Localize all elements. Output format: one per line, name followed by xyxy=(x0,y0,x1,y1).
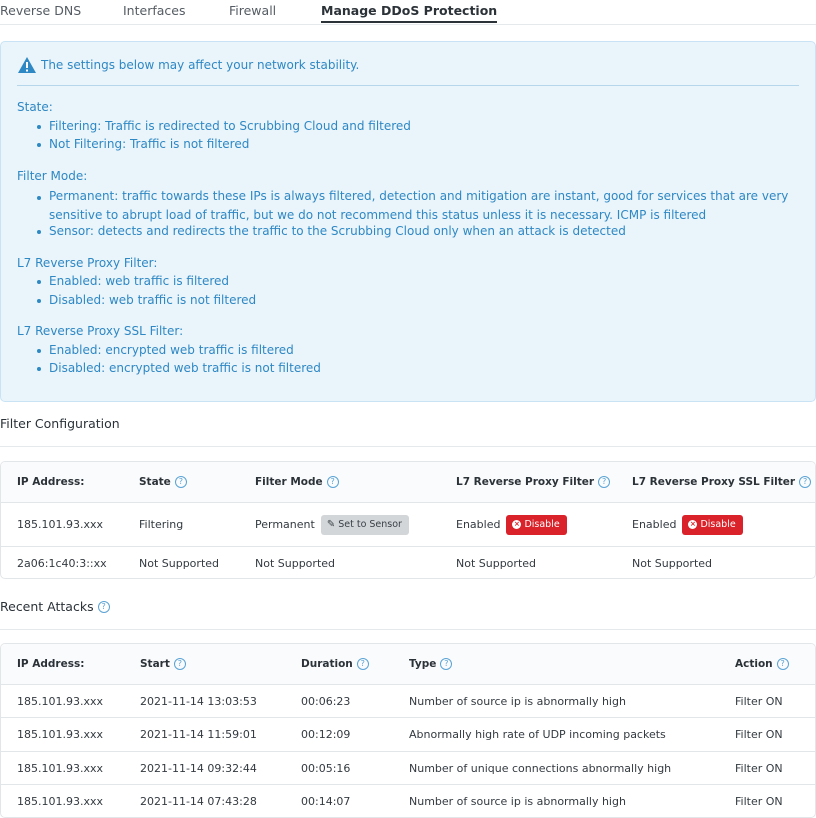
alert-warning-text: The settings below may affect your netwo… xyxy=(41,58,360,72)
question-circle-icon[interactable]: ? xyxy=(97,600,110,613)
column-header-duration: Duration? xyxy=(301,644,369,684)
column-header-l7-ssl-filter: L7 Reverse Proxy SSL Filter? xyxy=(632,462,812,502)
l7-ssl-filter-value: Enabled xyxy=(632,518,677,531)
duration-cell: 00:06:23 xyxy=(301,694,351,708)
action-cell: Filter ON xyxy=(735,761,783,775)
question-circle-icon[interactable]: ? xyxy=(799,476,812,488)
l7-ssl-filter-cell: Enabled × Disable xyxy=(632,503,743,546)
alert-divider xyxy=(17,85,799,86)
question-circle-icon[interactable]: ? xyxy=(173,658,186,670)
l7-ssl-filter-section-title: L7 Reverse Proxy SSL Filter: xyxy=(17,324,184,338)
divider xyxy=(0,629,816,630)
question-circle-icon[interactable]: ? xyxy=(776,658,789,670)
warning-triangle-icon xyxy=(18,57,36,73)
table-header: IP Address: Start? Duration? Type? Actio… xyxy=(1,644,815,685)
column-header-ip: IP Address: xyxy=(17,476,85,488)
column-header-l7-filter: L7 Reverse Proxy Filter? xyxy=(456,462,611,502)
state-section-title: State: xyxy=(17,100,53,114)
tab-bar: Reverse DNS Interfaces Firewall Manage D… xyxy=(0,0,816,25)
table-row: 2a06:1c40:3::xx Not Supported Not Suppor… xyxy=(1,547,815,578)
column-header-type: Type? xyxy=(409,644,453,684)
table-row: 185.101.93.xxx 2021-11-14 11:59:01 00:12… xyxy=(1,718,815,752)
filter-mode-value: Permanent xyxy=(255,518,315,531)
action-cell: Filter ON xyxy=(735,728,783,741)
type-cell: Abnormally high rate of UDP incoming pac… xyxy=(409,728,666,741)
disable-l7-filter-button[interactable]: × Disable xyxy=(506,514,567,535)
start-cell: 2021-11-14 11:59:01 xyxy=(140,728,257,741)
ip-cell: 185.101.93.xxx xyxy=(17,518,104,531)
start-cell: 2021-11-14 07:43:28 xyxy=(140,795,257,808)
divider xyxy=(0,446,816,447)
start-cell: 2021-11-14 13:03:53 xyxy=(140,694,257,708)
start-cell: 2021-11-14 09:32:44 xyxy=(140,761,257,775)
duration-cell: 00:14:07 xyxy=(301,795,351,808)
action-cell: Filter ON xyxy=(735,694,783,708)
type-cell: Number of source ip is abnormally high xyxy=(409,795,626,808)
filter-mode-section-title: Filter Mode: xyxy=(17,169,88,183)
table-row: 185.101.93.xxx 2021-11-14 13:03:53 00:06… xyxy=(1,685,815,718)
column-header-filter-mode: Filter Mode? xyxy=(255,462,339,502)
column-header-state: State? xyxy=(139,462,187,502)
action-cell: Filter ON xyxy=(735,795,783,808)
column-header-action: Action? xyxy=(735,644,789,684)
table-row: 185.101.93.xxx 2021-11-14 09:32:44 00:05… xyxy=(1,752,815,785)
ip-cell: 185.101.93.xxx xyxy=(17,728,104,741)
recent-attacks-title: Recent Attacks? xyxy=(0,599,110,614)
column-header-start: Start? xyxy=(140,644,186,684)
type-cell: Number of unique connections abnormally … xyxy=(409,761,672,775)
question-circle-icon[interactable]: ? xyxy=(326,476,339,488)
disable-l7-ssl-filter-button[interactable]: × Disable xyxy=(682,514,743,535)
x-circle-icon: × xyxy=(512,520,522,529)
question-circle-icon[interactable]: ? xyxy=(174,476,187,488)
duration-cell: 00:12:09 xyxy=(301,728,351,741)
table-row: 185.101.93.xxx 2021-11-14 07:43:28 00:14… xyxy=(1,785,815,817)
ddos-info-alert: The settings below may affect your netwo… xyxy=(0,41,816,402)
table-header: IP Address: State? Filter Mode? L7 Rever… xyxy=(1,462,815,503)
filter-configuration-table: IP Address: State? Filter Mode? L7 Rever… xyxy=(0,461,816,579)
tab-interfaces[interactable]: Interfaces xyxy=(123,3,185,18)
filter-configuration-title: Filter Configuration xyxy=(0,416,120,431)
l7-filter-cell: Not Supported xyxy=(456,556,537,570)
column-header-ip: IP Address: xyxy=(17,658,85,670)
table-row: 185.101.93.xxx Filtering Permanent ✎ Set … xyxy=(1,503,815,547)
filter-mode-cell: Not Supported xyxy=(255,556,336,570)
alert-header: The settings below may affect your netwo… xyxy=(17,55,359,75)
state-cell: Not Supported xyxy=(139,556,220,570)
question-circle-icon[interactable]: ? xyxy=(356,658,369,670)
tab-firewall[interactable]: Firewall xyxy=(229,3,276,18)
ip-cell: 185.101.93.xxx xyxy=(17,761,104,775)
duration-cell: 00:05:16 xyxy=(301,761,351,775)
l7-filter-cell: Enabled × Disable xyxy=(456,503,567,546)
l7-filter-value: Enabled xyxy=(456,518,501,531)
question-circle-icon[interactable]: ? xyxy=(598,476,611,488)
question-circle-icon[interactable]: ? xyxy=(440,658,453,670)
x-circle-icon: × xyxy=(688,520,698,529)
tab-reverse-dns[interactable]: Reverse DNS xyxy=(0,3,81,18)
ip-cell: 2a06:1c40:3::xx xyxy=(17,556,107,570)
state-cell: Filtering xyxy=(139,518,184,531)
set-to-sensor-button[interactable]: ✎ Set to Sensor xyxy=(320,514,409,535)
l7-ssl-filter-cell: Not Supported xyxy=(632,556,713,570)
l7-filter-section-title: L7 Reverse Proxy Filter: xyxy=(17,256,158,270)
filter-mode-cell: Permanent ✎ Set to Sensor xyxy=(255,503,409,546)
type-cell: Number of source ip is abnormally high xyxy=(409,694,626,708)
ip-cell: 185.101.93.xxx xyxy=(17,795,104,808)
ip-cell: 185.101.93.xxx xyxy=(17,694,104,708)
tab-manage-ddos-protection[interactable]: Manage DDoS Protection xyxy=(321,3,498,23)
pencil-icon: ✎ xyxy=(326,519,336,530)
recent-attacks-table: IP Address: Start? Duration? Type? Actio… xyxy=(0,643,816,818)
